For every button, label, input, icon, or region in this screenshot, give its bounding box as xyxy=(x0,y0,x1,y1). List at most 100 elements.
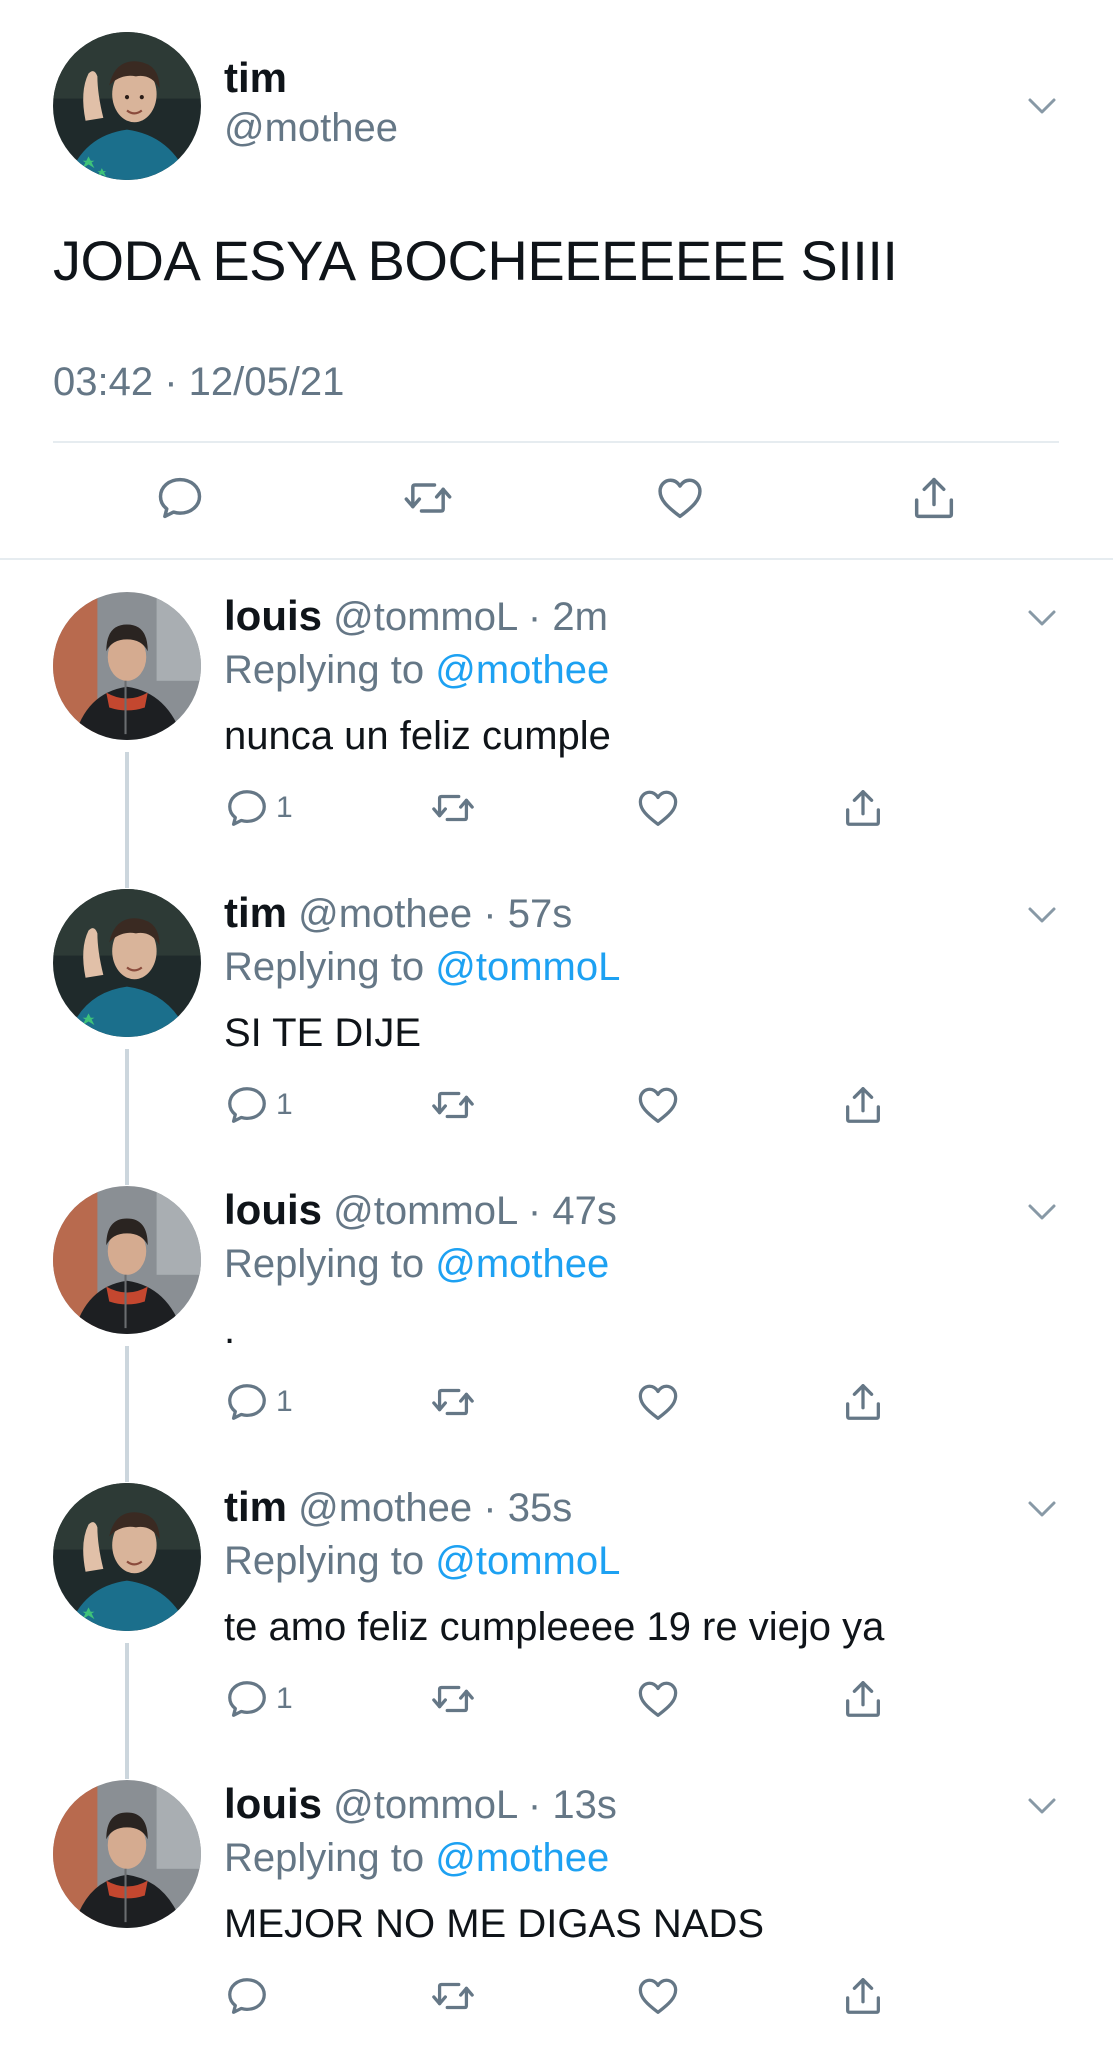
reply-header: tim @mothee · 35s xyxy=(224,1483,572,1531)
share-icon xyxy=(846,1384,880,1420)
chevron-down-icon[interactable] xyxy=(1024,897,1060,933)
louis-avatar-image xyxy=(53,1780,201,1928)
replying-to: Replying to @tommoL xyxy=(224,945,620,990)
replying-to: Replying to @mothee xyxy=(224,1242,609,1287)
tweet-action-bar: 1 xyxy=(0,1671,1113,1727)
reply-count: 1 xyxy=(276,1385,293,1418)
replying-prefix: Replying to xyxy=(224,1242,425,1286)
reply-button[interactable]: 1 xyxy=(224,780,293,836)
replying-to: Replying to @mothee xyxy=(224,648,609,693)
retweet-button[interactable] xyxy=(430,1968,476,2024)
retweet-button[interactable] xyxy=(430,1077,476,1133)
replying-to: Replying to @tommoL xyxy=(224,1539,620,1584)
tweet-action-bar: 1 xyxy=(0,1077,1113,1133)
reply-icon xyxy=(228,1978,266,2014)
section-divider xyxy=(0,558,1113,560)
retweet-button[interactable] xyxy=(400,470,456,526)
retweet-button[interactable] xyxy=(430,1671,476,1727)
author-handle[interactable]: @tommoL xyxy=(333,595,517,639)
author-name[interactable]: louis xyxy=(224,592,322,639)
share-button[interactable] xyxy=(840,1077,886,1133)
replying-prefix: Replying to xyxy=(224,1836,425,1880)
reply-tweet: tim @mothee · 35s Replying to @tommoL te… xyxy=(0,1453,1113,1779)
chevron-down-icon[interactable] xyxy=(1024,600,1060,636)
tweet-action-bar xyxy=(0,470,1113,530)
mention-link[interactable]: @mothee xyxy=(435,648,609,692)
chevron-down-icon[interactable] xyxy=(1024,1491,1060,1527)
author-name[interactable]: tim xyxy=(224,1483,287,1530)
mention-link[interactable]: @tommoL xyxy=(435,1539,620,1583)
tweet-action-bar: 1 xyxy=(0,780,1113,836)
reply-button[interactable]: 1 xyxy=(224,1077,293,1133)
reply-tweet: louis @tommoL · 2m Replying to @mothee n… xyxy=(0,562,1113,888)
avatar[interactable] xyxy=(53,1780,201,1928)
louis-avatar-image xyxy=(53,592,201,740)
like-button[interactable] xyxy=(635,1968,681,2024)
retweet-button[interactable] xyxy=(430,1374,476,1430)
share-button[interactable] xyxy=(840,780,886,836)
reply-header: tim @mothee · 57s xyxy=(224,889,572,937)
reply-text: te amo feliz cumpleeee 19 re viejo ya xyxy=(224,1605,885,1649)
tweet-action-bar: 1 xyxy=(0,1374,1113,1430)
replying-prefix: Replying to xyxy=(224,945,425,989)
author-handle[interactable]: @tommoL xyxy=(333,1783,517,1827)
author-name[interactable]: louis xyxy=(224,1780,322,1827)
like-button[interactable] xyxy=(635,1077,681,1133)
reply-text: nunca un feliz cumple xyxy=(224,714,611,758)
tim-avatar-image xyxy=(53,889,201,1037)
author-name[interactable]: louis xyxy=(224,1186,322,1233)
reply-time: · 47s xyxy=(527,1189,617,1233)
retweet-button[interactable] xyxy=(430,780,476,836)
share-button[interactable] xyxy=(840,1374,886,1430)
mention-link[interactable]: @mothee xyxy=(435,1242,609,1286)
share-button[interactable] xyxy=(840,1968,886,2024)
avatar[interactable] xyxy=(53,592,201,740)
share-button[interactable] xyxy=(840,1671,886,1727)
author-handle[interactable]: @mothee xyxy=(224,106,398,151)
reply-time: · 57s xyxy=(483,892,573,936)
mention-link[interactable]: @tommoL xyxy=(435,945,620,989)
avatar[interactable] xyxy=(53,1483,201,1631)
divider xyxy=(53,441,1059,443)
like-button[interactable] xyxy=(635,780,681,836)
reply-button[interactable] xyxy=(224,1968,276,2024)
chevron-down-icon[interactable] xyxy=(1024,1194,1060,1230)
main-tweet: tim @mothee JODA ESYA BOCHEEEEEEE SIIII … xyxy=(0,0,1113,560)
author-handle[interactable]: @mothee xyxy=(298,1486,472,1530)
retweet-icon xyxy=(432,794,474,822)
retweet-icon xyxy=(432,1388,474,1416)
like-icon xyxy=(638,1978,678,2014)
reply-icon xyxy=(158,477,202,519)
avatar[interactable] xyxy=(53,889,201,1037)
reply-count: 1 xyxy=(276,791,293,824)
reply-button[interactable]: 1 xyxy=(224,1374,293,1430)
tim-avatar-image xyxy=(53,1483,201,1631)
author-handle[interactable]: @mothee xyxy=(298,892,472,936)
replying-to: Replying to @mothee xyxy=(224,1836,609,1881)
reply-header: louis @tommoL · 13s xyxy=(224,1780,617,1828)
mention-link[interactable]: @mothee xyxy=(435,1836,609,1880)
like-button[interactable] xyxy=(635,1374,681,1430)
reply-text: SI TE DIJE xyxy=(224,1011,422,1055)
share-button[interactable] xyxy=(906,470,962,526)
reply-button[interactable] xyxy=(152,470,208,526)
like-button[interactable] xyxy=(652,470,708,526)
chevron-down-icon[interactable] xyxy=(1024,88,1060,124)
author-name[interactable]: tim xyxy=(224,54,287,102)
like-icon xyxy=(658,478,702,519)
avatar[interactable] xyxy=(53,32,201,180)
reply-icon xyxy=(228,1384,266,1420)
replying-prefix: Replying to xyxy=(224,648,425,692)
tweet-timestamp: 03:42 · 12/05/21 xyxy=(53,360,345,404)
like-icon xyxy=(638,1087,678,1123)
louis-avatar-image xyxy=(53,1186,201,1334)
like-button[interactable] xyxy=(635,1671,681,1727)
reply-button[interactable]: 1 xyxy=(224,1671,293,1727)
retweet-icon xyxy=(432,1685,474,1713)
chevron-down-icon[interactable] xyxy=(1024,1788,1060,1824)
author-name[interactable]: tim xyxy=(224,889,287,936)
author-handle[interactable]: @tommoL xyxy=(333,1189,517,1233)
avatar[interactable] xyxy=(53,1186,201,1334)
reply-count: 1 xyxy=(276,1682,293,1715)
reply-header: louis @tommoL · 2m xyxy=(224,592,608,640)
